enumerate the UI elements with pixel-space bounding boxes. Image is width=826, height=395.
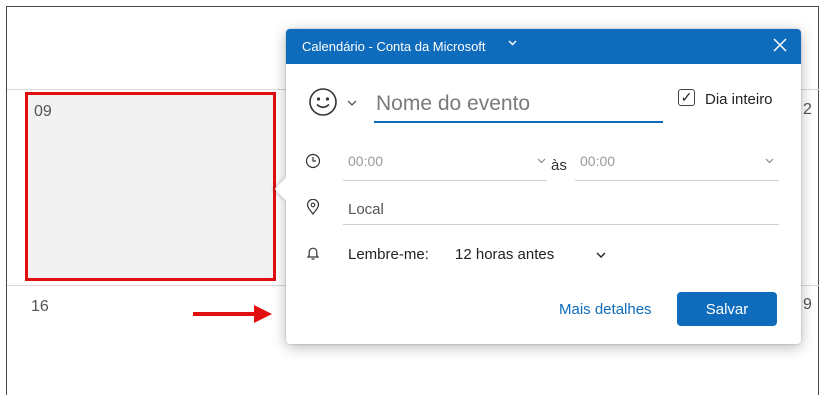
all-day-label: Dia inteiro	[705, 91, 773, 108]
save-button[interactable]: Salvar	[677, 292, 777, 326]
chevron-down-icon[interactable]	[537, 155, 546, 167]
reminder-select[interactable]: 12 horas antes	[455, 246, 554, 263]
day-number: 16	[31, 298, 49, 315]
clock-icon	[305, 153, 321, 169]
red-arrow	[193, 312, 255, 316]
reminder-label: Lembre-me:	[348, 246, 429, 263]
popup-header: Calendário - Conta da Microsoft	[286, 29, 801, 64]
chevron-down-icon[interactable]	[596, 247, 606, 261]
day-cell-selected[interactable]: 09	[25, 92, 276, 281]
chevron-down-icon[interactable]	[347, 95, 357, 109]
all-day-checkbox[interactable]: ✓	[678, 89, 695, 106]
start-time-underline	[343, 180, 547, 181]
smiley-icon[interactable]	[308, 87, 338, 117]
time-separator: às	[551, 157, 567, 174]
day-number: 09	[34, 103, 52, 120]
more-details-link[interactable]: Mais detalhes	[559, 301, 652, 318]
close-icon[interactable]	[773, 33, 787, 57]
calendar-selector[interactable]: Calendário - Conta da Microsoft	[302, 39, 486, 54]
end-time-underline	[575, 180, 779, 181]
event-name-input[interactable]	[374, 87, 663, 123]
chevron-down-icon[interactable]	[765, 155, 774, 167]
red-arrow-head	[254, 305, 272, 323]
new-event-popup: Calendário - Conta da Microsoft ✓ Dia in…	[274, 29, 801, 344]
location-input[interactable]: Local	[348, 201, 384, 218]
bell-icon	[305, 245, 321, 261]
start-time-select[interactable]: 00:00	[348, 153, 383, 169]
day-number: 9	[803, 296, 812, 313]
location-underline	[343, 224, 779, 225]
chevron-down-icon[interactable]	[508, 38, 517, 49]
location-pin-icon	[306, 198, 320, 215]
day-number: 2	[803, 101, 812, 118]
end-time-select[interactable]: 00:00	[580, 153, 615, 169]
